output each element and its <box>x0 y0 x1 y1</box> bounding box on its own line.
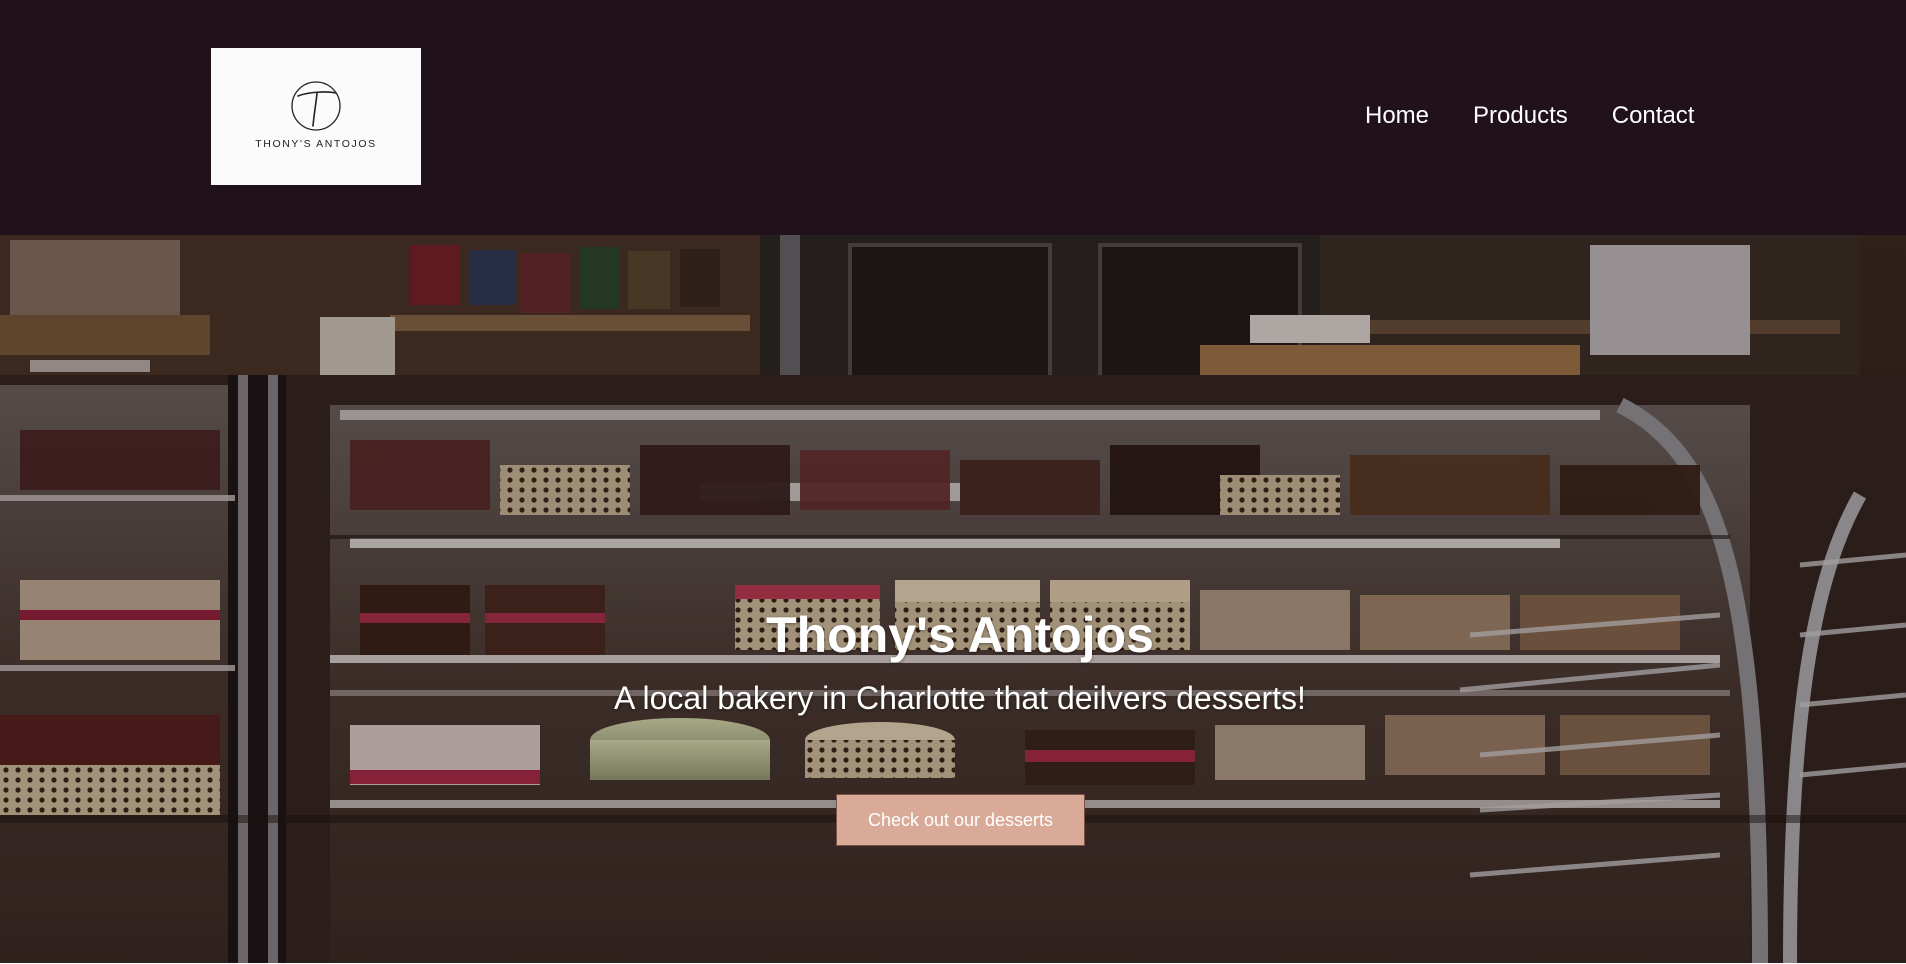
logo-text: THONY'S ANTOJOS <box>255 137 377 150</box>
nav-products-link[interactable]: Products <box>1473 101 1568 131</box>
hero-subtitle: A local bakery in Charlotte that deilver… <box>614 680 1306 716</box>
nav-contact-link[interactable]: Contact <box>1612 101 1695 131</box>
t-monogram-logo-icon <box>291 80 341 131</box>
hero-title: Thony's Antojos <box>766 607 1154 663</box>
hero-content: Thony's Antojos A local bakery in Charlo… <box>0 235 1906 963</box>
nav-home-link[interactable]: Home <box>1365 101 1429 131</box>
hero-section: Thony's Antojos A local bakery in Charlo… <box>0 235 1906 963</box>
main-nav: Home Products Contact <box>1365 101 1694 131</box>
page: THONY'S ANTOJOS Home Products Contact Th… <box>0 0 1906 964</box>
site-header: THONY'S ANTOJOS Home Products Contact <box>0 0 1906 235</box>
site-logo[interactable]: THONY'S ANTOJOS <box>211 48 421 185</box>
check-out-desserts-button[interactable]: Check out our desserts <box>836 794 1085 846</box>
